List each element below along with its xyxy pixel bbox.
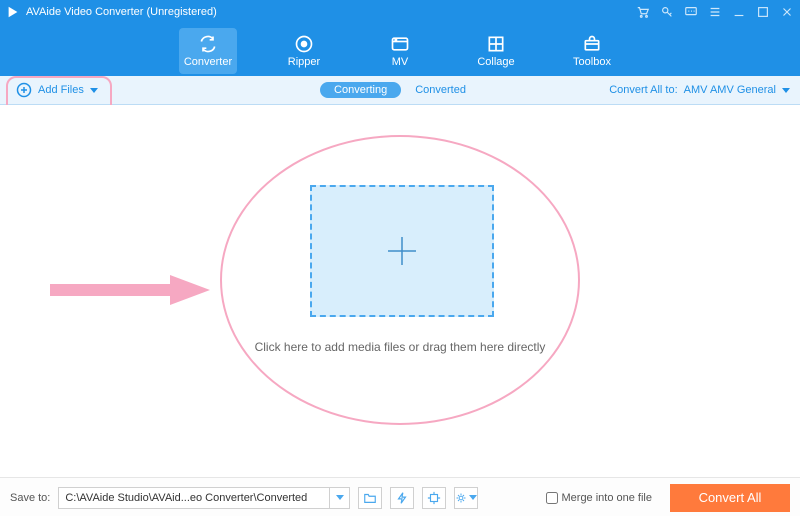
tab-mv[interactable]: MV — [371, 28, 429, 74]
menu-icon[interactable] — [708, 5, 722, 19]
bolt-icon — [395, 491, 409, 505]
chevron-down-icon — [782, 88, 790, 93]
tab-converter-label: Converter — [184, 56, 232, 68]
annotation-arrow-icon — [50, 275, 210, 305]
convert-all-to[interactable]: Convert All to: AMV AMV General — [609, 84, 790, 96]
main-canvas: Click here to add media files or drag th… — [0, 105, 800, 477]
tab-converter[interactable]: Converter — [179, 28, 237, 74]
open-folder-button[interactable] — [358, 487, 382, 509]
minimize-icon[interactable] — [732, 5, 746, 19]
plus-circle-icon — [16, 82, 32, 98]
plus-icon — [382, 231, 422, 271]
convert-all-button[interactable]: Convert All — [670, 484, 790, 512]
add-files-label: Add Files — [38, 84, 84, 96]
merge-checkbox[interactable] — [546, 492, 558, 504]
chat-icon[interactable] — [684, 5, 698, 19]
converting-segmented: Converting Converted — [320, 82, 480, 98]
tab-toolbox-label: Toolbox — [573, 56, 611, 68]
add-files-button[interactable]: Add Files — [10, 79, 104, 101]
seg-converted[interactable]: Converted — [401, 82, 480, 98]
tab-collage[interactable]: Collage — [467, 28, 525, 74]
close-icon[interactable] — [780, 5, 794, 19]
bottom-bar: Save to: Merge into one file Convert All — [0, 477, 800, 516]
gpu-accel-button[interactable] — [390, 487, 414, 509]
drop-hint: Click here to add media files or drag th… — [0, 340, 800, 354]
merge-label-text: Merge into one file — [562, 492, 653, 504]
drop-zone[interactable] — [310, 185, 494, 317]
save-to-dropdown[interactable] — [329, 488, 349, 508]
settings-button[interactable] — [454, 487, 478, 509]
chevron-down-icon — [90, 88, 98, 93]
tab-collage-label: Collage — [477, 56, 514, 68]
title-bar: AVAide Video Converter (Unregistered) — [0, 0, 800, 24]
sub-toolbar: Add Files Converting Converted Convert A… — [0, 76, 800, 104]
hardware-button[interactable] — [422, 487, 446, 509]
convert-all-to-value: AMV AMV General — [684, 84, 776, 96]
app-logo-icon — [6, 5, 20, 19]
folder-icon — [363, 491, 377, 505]
save-to-path-box — [58, 487, 350, 509]
merge-checkbox-label[interactable]: Merge into one file — [546, 492, 653, 504]
gear-icon — [455, 491, 467, 505]
chevron-down-icon — [336, 495, 344, 500]
main-toolbar: Converter Ripper MV Collage Toolbox — [0, 24, 800, 76]
tab-mv-label: MV — [392, 56, 409, 68]
save-to-label: Save to: — [10, 492, 50, 504]
cart-icon[interactable] — [636, 5, 650, 19]
tab-toolbox[interactable]: Toolbox — [563, 28, 621, 74]
app-title: AVAide Video Converter (Unregistered) — [26, 6, 217, 18]
save-to-input[interactable] — [59, 488, 329, 508]
key-icon[interactable] — [660, 5, 674, 19]
maximize-icon[interactable] — [756, 5, 770, 19]
seg-converting[interactable]: Converting — [320, 82, 401, 98]
chip-icon — [427, 491, 441, 505]
tab-ripper-label: Ripper — [288, 56, 320, 68]
tab-ripper[interactable]: Ripper — [275, 28, 333, 74]
chevron-down-icon — [469, 495, 477, 500]
convert-all-to-label: Convert All to: — [609, 84, 677, 96]
